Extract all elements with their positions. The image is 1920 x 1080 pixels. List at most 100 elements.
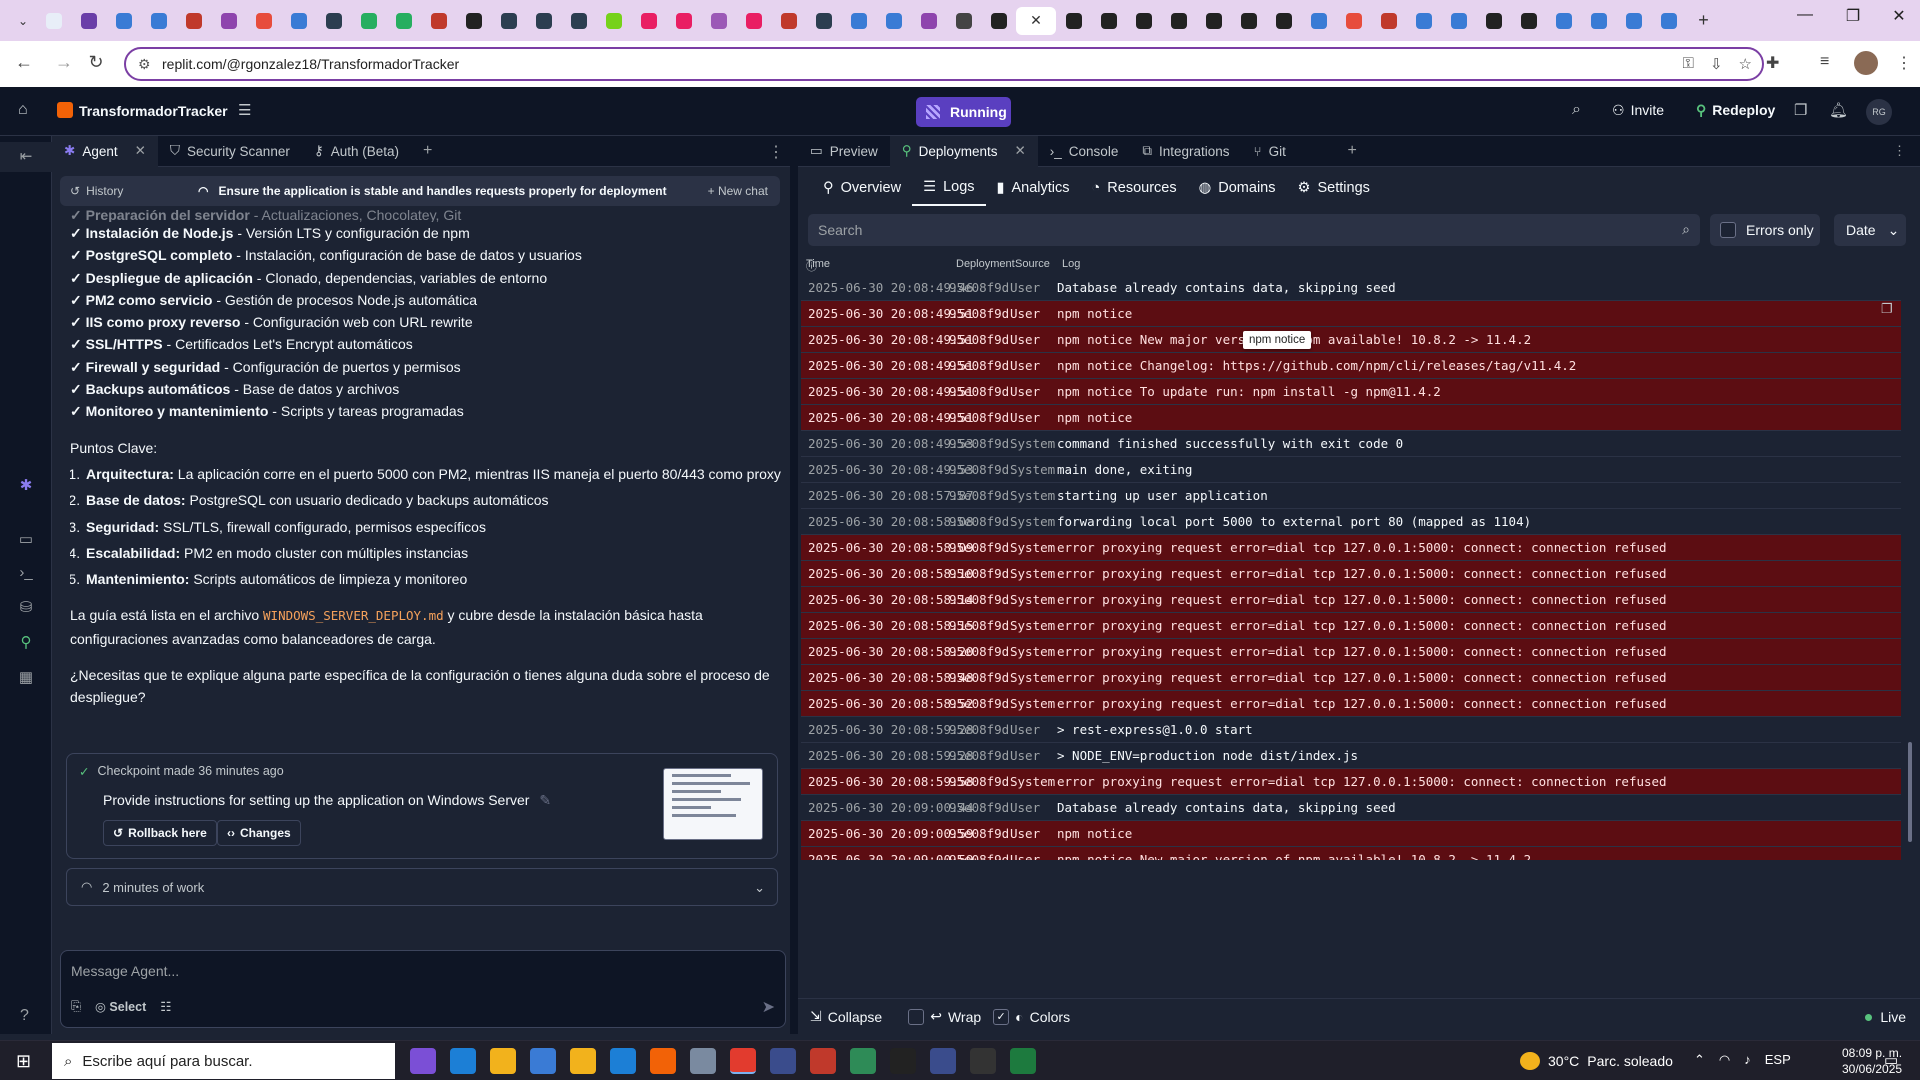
windows-start-icon[interactable]: ⊞ [16,1051,31,1072]
browser-tab[interactable] [596,7,631,35]
browser-tab[interactable] [631,7,666,35]
browser-tab[interactable] [841,7,876,35]
browser-tab[interactable] [1371,7,1406,35]
browser-tab[interactable] [526,7,561,35]
log-row[interactable]: 2025-06-30 20:08:49.53 95e08f9d System main… [801,457,1901,483]
browser-tab[interactable] [36,7,71,35]
tab-search-menu[interactable]: ⌄ [10,7,36,35]
browser-tab[interactable] [666,7,701,35]
log-search-input[interactable]: Search ⌕ [808,214,1700,246]
extensions-icon[interactable]: ✚ [1766,53,1779,73]
console-icon[interactable]: ›_ [0,564,52,581]
bookmark-star-icon[interactable]: ☆ [1739,55,1752,73]
scrollbar-thumb[interactable] [1908,742,1912,842]
changes-button[interactable]: ‹› Changes [217,820,301,846]
copy-icon[interactable]: ❐ [1881,301,1893,317]
tab-integrations[interactable]: ⧉ Integrations [1130,136,1241,167]
browser-tab[interactable] [491,7,526,35]
forward-icon[interactable]: → [48,52,80,73]
browser-tab[interactable] [71,7,106,35]
chevron-up-icon[interactable]: ⌃ [1694,1052,1705,1068]
settings-sliders-icon[interactable]: ☷ [160,999,171,1014]
history-button[interactable]: ↺ History [70,184,123,198]
browser-tab[interactable] [1301,7,1336,35]
taskbar-app-icon[interactable] [490,1048,516,1074]
log-row[interactable]: 2025-06-30 20:09:00.44 95e08f9d User Databa… [801,795,1901,821]
taskbar-app-icon[interactable] [770,1048,796,1074]
new-tab-button[interactable]: + [1686,7,1721,35]
notification-icon[interactable]: ▭ [1884,1051,1898,1069]
log-row[interactable]: 2025-06-30 20:08:58.09 95e08f9d System erro… [801,535,1901,561]
browser-tab[interactable] [1336,7,1371,35]
taskbar-app-icon[interactable] [530,1048,556,1074]
tab-security-scanner[interactable]: ⛉ Security Scanner [158,136,302,167]
panel-splitter[interactable] [790,136,798,1034]
browser-tab[interactable] [1441,7,1476,35]
log-row[interactable]: 2025-06-30 20:08:58.20 95e08f9d System erro… [801,639,1901,665]
new-tab-button[interactable]: + [411,136,444,167]
close-icon[interactable]: ✕ [1014,143,1025,159]
log-row[interactable]: 2025-06-30 20:09:00.59 95e08f9d User npm no… [801,821,1901,847]
log-row[interactable]: 2025-06-30 20:08:49.51 95e08f9d User npm no… [801,353,1901,379]
subtab-settings[interactable]: ⚙ Settings [1286,170,1380,206]
browser-tab[interactable] [1546,7,1581,35]
password-key-icon[interactable]: ⚿ [1683,55,1694,73]
work-summary[interactable]: ◠ 2 minutes of work ⌄ [66,868,778,906]
browser-tab[interactable] [1231,7,1266,35]
browser-tab[interactable] [1511,7,1546,35]
browser-tab[interactable] [1126,7,1161,35]
browser-tab[interactable] [1056,7,1091,35]
log-row[interactable]: 2025-06-30 20:08:58.52 95e08f9d System erro… [801,691,1901,717]
all-tools-icon[interactable]: ▦ [0,668,52,686]
live-indicator[interactable]: Live [1865,1009,1906,1025]
taskbar-app-icon[interactable] [730,1048,756,1074]
browser-tab[interactable] [771,7,806,35]
errors-only-toggle[interactable]: Errors only [1710,214,1820,246]
taskbar-app-icon[interactable] [890,1048,916,1074]
wifi-icon[interactable]: ◠ [1719,1052,1730,1068]
install-app-icon[interactable]: ⇩ [1710,55,1723,73]
browser-tab[interactable] [316,7,351,35]
repl-menu-icon[interactable]: ☰ [238,101,251,119]
browser-tab[interactable] [1161,7,1196,35]
taskbar-app-icon[interactable] [930,1048,956,1074]
tab-preview[interactable]: ▭ Preview [798,136,890,167]
redeploy-button[interactable]: ⚲ Redeploy [1696,102,1775,119]
browser-tab[interactable] [561,7,596,35]
pencil-icon[interactable]: ✎ [539,792,551,808]
wrap-toggle[interactable]: ↩ Wrap [908,1008,981,1025]
browser-tab[interactable] [141,7,176,35]
subtab-overview[interactable]: ⚲ Overview [812,170,912,206]
checkpoint-thumbnail[interactable] [663,768,763,840]
tab-agent[interactable]: ✱ Agent ✕ [52,135,158,167]
profile-avatar[interactable] [1854,51,1878,75]
taskbar-search[interactable]: ⌕ Escribe aquí para buscar. [52,1043,395,1079]
subtab-domains[interactable]: ◍ Domains [1188,170,1287,206]
browser-tab[interactable] [421,7,456,35]
log-row[interactable]: 2025-06-30 20:08:49.53 95e08f9d System comm… [801,431,1901,457]
browser-tab[interactable] [1196,7,1231,35]
browser-tab[interactable] [911,7,946,35]
log-row[interactable]: 2025-06-30 20:08:58.48 95e08f9d System erro… [801,665,1901,691]
browser-tab[interactable] [106,7,141,35]
close-icon[interactable]: ✕ [1030,12,1042,29]
weather-widget[interactable]: 30°C Parc. soleado [1520,1052,1673,1070]
log-row[interactable]: 2025-06-30 20:08:49.46 95e08f9d User Databa… [801,275,1901,301]
run-button[interactable]: Running [916,97,1011,127]
minimize-icon[interactable]: — [1790,6,1820,24]
close-icon[interactable]: ✕ [135,143,146,159]
log-row[interactable]: 2025-06-30 20:09:00.59 95e08f9d User npm no… [801,847,1901,860]
log-row[interactable]: 2025-06-30 20:08:58.10 95e08f9d System erro… [801,561,1901,587]
browser-tab[interactable] [1406,7,1441,35]
database-icon[interactable]: ⛁ [0,598,52,616]
agent-icon[interactable]: ✱ [0,476,52,494]
log-scrollbar[interactable] [1906,258,1914,858]
language-indicator[interactable]: ESP [1765,1052,1791,1068]
colors-checkbox[interactable]: ✓ [993,1008,1010,1025]
taskbar-app-icon[interactable] [970,1048,996,1074]
taskbar-app-icon[interactable] [810,1048,836,1074]
browser-tab[interactable] [736,7,771,35]
address-bar[interactable]: ⚙ replit.com/@rgonzalez18/TransformadorT… [124,47,1764,81]
taskbar-app-icon[interactable] [850,1048,876,1074]
log-row[interactable]: 2025-06-30 20:08:58.15 95e08f9d System erro… [801,613,1901,639]
